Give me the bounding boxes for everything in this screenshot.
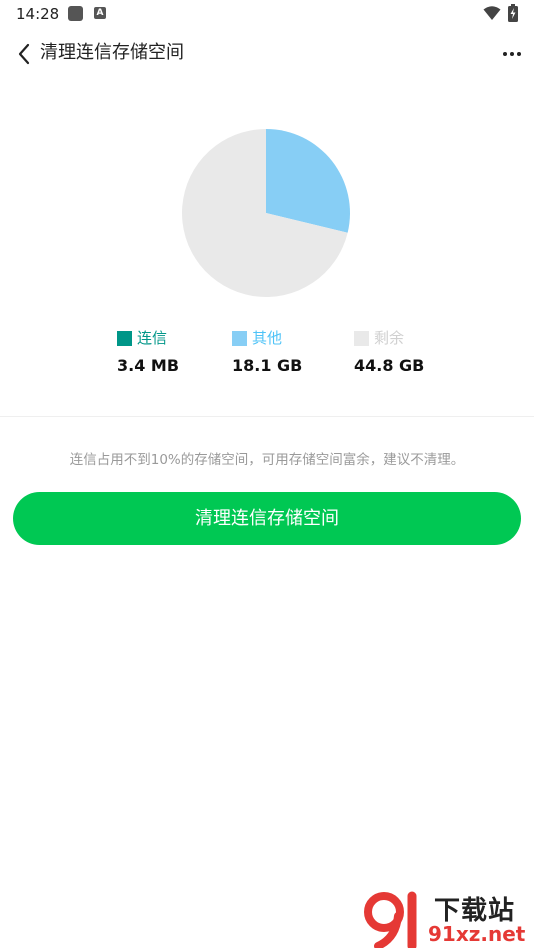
legend-value-remaining: 44.8 GB (354, 356, 425, 375)
clean-storage-button[interactable]: 清理连信存储空间 (13, 492, 521, 545)
notification-app-icon (68, 6, 83, 21)
watermark: 下载站 91xz.net (362, 890, 534, 948)
back-button[interactable] (12, 40, 38, 68)
battery-charging-icon (508, 4, 518, 22)
watermark-url: 91xz.net (428, 922, 526, 946)
section-divider (0, 416, 534, 417)
keyboard-a-icon: A (94, 7, 106, 19)
title-bar: 清理连信存储空间 (0, 28, 534, 80)
legend-swatch-remaining (354, 331, 369, 346)
status-bar: 14:28 A (0, 0, 534, 28)
legend-label-remaining: 剩余 (374, 329, 405, 347)
wifi-icon (483, 6, 501, 20)
storage-pie-chart (182, 129, 350, 297)
legend-swatch-lianxin (117, 331, 132, 346)
watermark-logo-icon (364, 891, 417, 948)
legend-label-lianxin: 连信 (137, 329, 168, 347)
more-options-button[interactable] (498, 42, 526, 66)
legend-label-other: 其他 (252, 329, 283, 347)
legend-swatch-other (232, 331, 247, 346)
storage-tip-text: 连信占用不到10%的存储空间，可用存储空间富余，建议不清理。 (69, 452, 465, 468)
chevron-left-icon (18, 43, 30, 65)
legend-value-lianxin: 3.4 MB (117, 356, 180, 375)
status-time: 14:28 (16, 5, 60, 23)
more-dots-icon (503, 52, 507, 56)
page-title: 清理连信存储空间 (40, 42, 184, 63)
legend-value-other: 18.1 GB (232, 356, 303, 375)
